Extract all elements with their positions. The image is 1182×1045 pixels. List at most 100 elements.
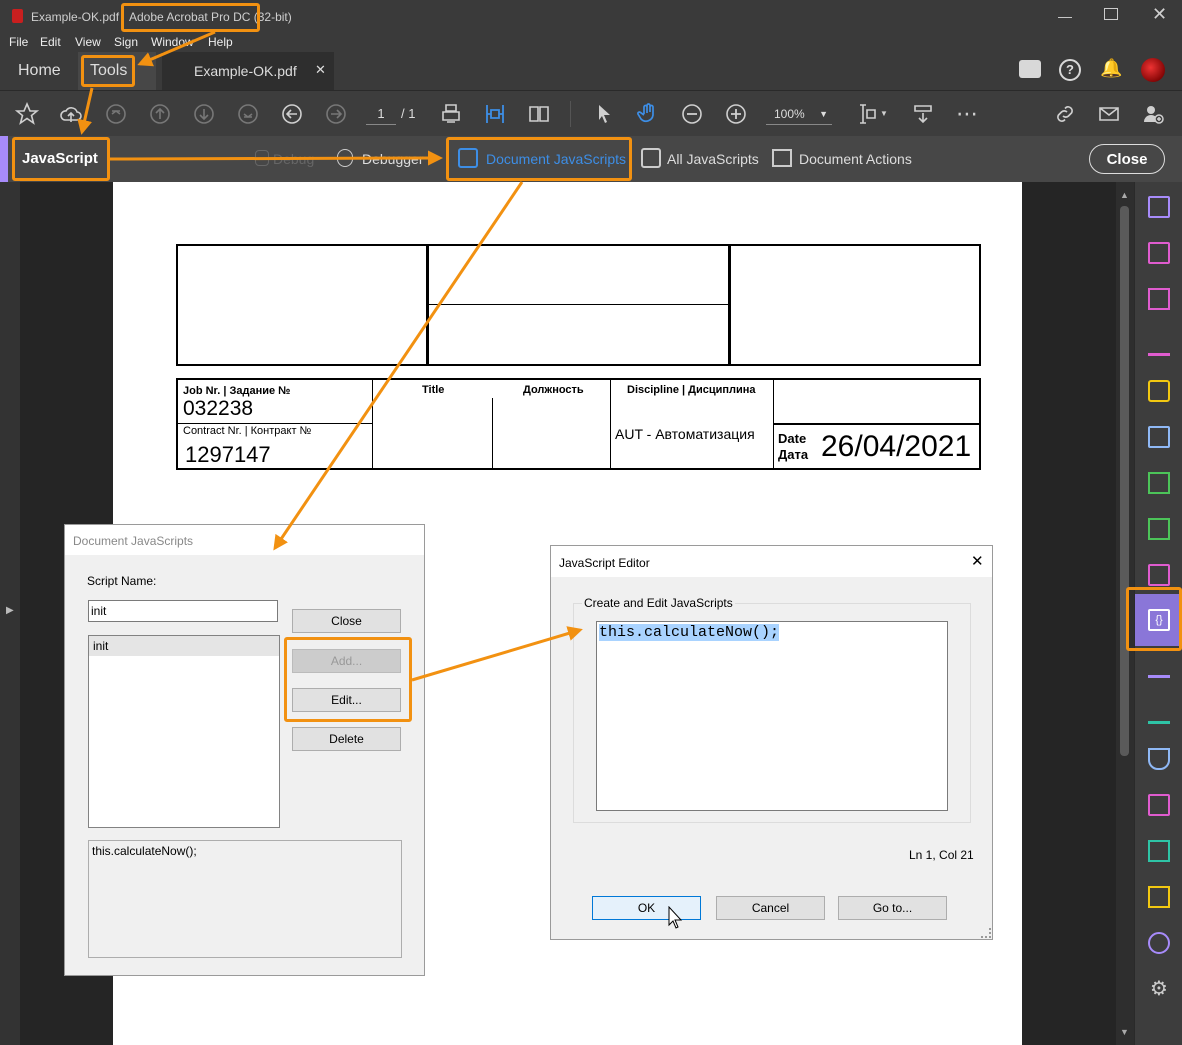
cursor-position: Ln 1, Col 21	[909, 848, 974, 862]
highlight-add-edit	[284, 637, 412, 722]
hand-tool-icon[interactable]	[633, 99, 663, 129]
form-icon[interactable]	[1148, 794, 1170, 816]
help-icon[interactable]: ?	[1059, 59, 1081, 81]
resize-grip[interactable]	[981, 928, 991, 938]
ok-button[interactable]: OK	[592, 896, 701, 920]
script-name-input[interactable]: init	[88, 600, 278, 622]
code-editor[interactable]: this.calculateNow();	[596, 621, 948, 811]
back-icon[interactable]	[277, 99, 307, 129]
acrobat-logo-icon	[12, 9, 23, 23]
action-wizard-icon[interactable]	[1148, 886, 1170, 908]
list-item[interactable]: init	[89, 636, 279, 656]
add-user-icon[interactable]	[1138, 99, 1168, 129]
minimize-button[interactable]: —	[1058, 8, 1078, 26]
top-mid-line	[429, 304, 728, 305]
menu-view[interactable]: View	[75, 35, 101, 49]
document-actions-button[interactable]: Document Actions	[799, 151, 912, 167]
close-tool-button[interactable]: Close	[1089, 144, 1165, 174]
scroll-thumb[interactable]	[1120, 206, 1129, 756]
certificate-icon[interactable]	[1148, 702, 1170, 724]
rich-media-icon[interactable]	[1148, 840, 1170, 862]
tb-line-v1	[372, 380, 373, 468]
all-javascripts-button[interactable]: All JavaScripts	[667, 151, 759, 167]
close-button[interactable]: Close	[292, 609, 401, 633]
email-icon[interactable]	[1094, 99, 1124, 129]
fit-page-icon[interactable]	[480, 99, 510, 129]
debug-button[interactable]: Debug	[273, 151, 314, 167]
edit-pdf-icon[interactable]	[1148, 334, 1170, 356]
shield-icon[interactable]	[1148, 748, 1170, 770]
export-pdf-icon[interactable]	[1148, 426, 1170, 448]
scroll-mode-icon[interactable]	[908, 99, 938, 129]
share-link-icon[interactable]	[1050, 99, 1080, 129]
organize-pages-icon[interactable]	[1148, 288, 1170, 310]
script-list[interactable]: init	[88, 635, 280, 828]
compare-files-icon[interactable]	[1148, 472, 1170, 494]
chevron-down-icon[interactable]: ▼	[880, 109, 888, 118]
all-js-icon	[641, 148, 661, 168]
highlight-tools-tab	[81, 55, 135, 87]
window-title-file: Example-OK.pdf	[31, 10, 120, 24]
delete-button[interactable]: Delete	[292, 727, 401, 751]
title-label: Title	[422, 384, 445, 396]
first-page-icon[interactable]	[101, 99, 131, 129]
bell-icon[interactable]: 🔔	[1100, 58, 1122, 79]
debugger-button[interactable]: Debugger	[362, 151, 424, 167]
expand-panel-icon[interactable]: ▶	[6, 605, 14, 616]
zoom-out-icon[interactable]	[677, 99, 707, 129]
dialog-titlebar: Document JavaScripts	[65, 525, 424, 555]
accessibility-icon[interactable]	[1148, 932, 1170, 954]
more-icon[interactable]: ⋯	[952, 99, 982, 129]
toolbar: 1 / 1 100% ▼ ▼ ⋯	[0, 90, 1182, 136]
script-name-label: Script Name:	[87, 574, 157, 588]
highlight-javascript-label	[12, 137, 110, 181]
dialog-title: Document JavaScripts	[73, 534, 194, 548]
menu-file[interactable]: File	[9, 35, 28, 49]
two-page-icon[interactable]	[524, 99, 554, 129]
page-number-input[interactable]: 1	[366, 103, 396, 125]
next-page-icon[interactable]	[189, 99, 219, 129]
top-divider-2	[728, 244, 731, 366]
scroll-down-icon[interactable]: ▼	[1120, 1027, 1129, 1037]
sign-icon[interactable]	[1148, 656, 1170, 678]
contract-label: Contract Nr. | Контракт №	[183, 425, 312, 437]
forward-icon[interactable]	[321, 99, 351, 129]
toolbar-divider	[570, 101, 571, 127]
comment-tool-icon[interactable]	[1148, 380, 1170, 402]
menu-help[interactable]: Help	[208, 35, 233, 49]
jsbar-accent	[0, 136, 8, 182]
close-tab-icon[interactable]: ✕	[315, 62, 326, 78]
cancel-button[interactable]: Cancel	[716, 896, 825, 920]
print-icon[interactable]	[436, 99, 466, 129]
comment-icon[interactable]	[1019, 60, 1041, 78]
tab-document[interactable]: Example-OK.pdf	[194, 63, 297, 79]
star-icon[interactable]	[12, 99, 42, 129]
tab-bar: Home Tools Example-OK.pdf ✕ ? 🔔	[0, 52, 1182, 90]
editor-close-icon[interactable]: ✕	[971, 552, 984, 570]
menu-edit[interactable]: Edit	[40, 35, 61, 49]
maximize-button[interactable]	[1104, 8, 1118, 20]
menu-window[interactable]: Window	[151, 35, 194, 49]
fill-sign-icon[interactable]	[1148, 196, 1170, 218]
goto-button[interactable]: Go to...	[838, 896, 947, 920]
create-pdf-icon[interactable]	[1148, 242, 1170, 264]
wrench-icon[interactable]: ⚙	[1148, 978, 1170, 1000]
print-production-icon[interactable]	[1148, 518, 1170, 540]
zoom-in-icon[interactable]	[721, 99, 751, 129]
page-fit-dropdown-icon[interactable]	[853, 99, 883, 129]
tab-home[interactable]: Home	[18, 62, 61, 80]
zoom-select[interactable]: 100% ▼	[766, 103, 832, 125]
protect-doc-icon[interactable]	[1148, 564, 1170, 586]
tb-line-v2	[492, 398, 493, 468]
select-cursor-icon[interactable]	[589, 99, 619, 129]
chevron-down-icon: ▼	[819, 109, 828, 119]
contract-value: 1297147	[185, 442, 271, 467]
debug-icon	[255, 150, 269, 166]
avatar[interactable]	[1141, 58, 1165, 82]
menu-sign[interactable]: Sign	[114, 35, 138, 49]
last-page-icon[interactable]	[233, 99, 263, 129]
scroll-up-icon[interactable]: ▲	[1120, 190, 1129, 200]
cloud-upload-icon[interactable]	[56, 99, 86, 129]
prev-page-icon[interactable]	[145, 99, 175, 129]
close-window-button[interactable]: ✕	[1152, 4, 1167, 25]
